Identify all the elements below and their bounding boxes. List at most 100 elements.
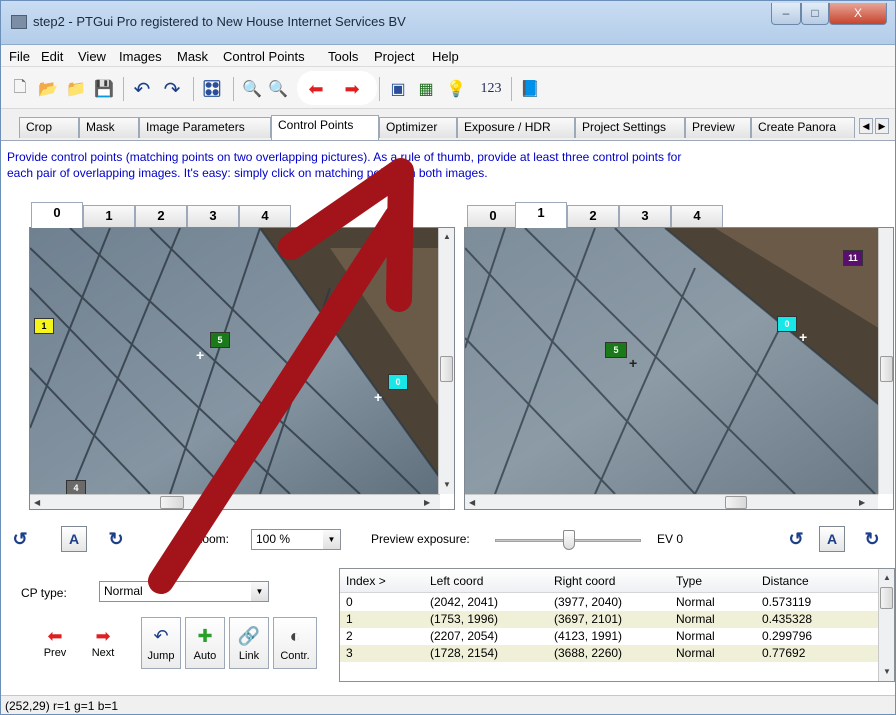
left-image-tab-3[interactable]: 3	[187, 205, 239, 227]
scroll-thumb[interactable]	[160, 496, 184, 509]
control-points-table[interactable]: Index > Left coord Right coord Type Dist…	[339, 568, 895, 682]
prev-icon[interactable]: ⬅	[305, 79, 327, 99]
next-button[interactable]: ➡ Next	[83, 625, 123, 669]
menu-project[interactable]: Project	[374, 49, 414, 64]
scroll-right-icon[interactable]: ▶	[424, 498, 430, 507]
right-image-tab-0[interactable]: 0	[467, 205, 519, 227]
table-row[interactable]: 1 (1753, 1996) (3697, 2101) Normal 0.435…	[340, 611, 880, 628]
undo-icon[interactable]: ↶	[131, 79, 153, 101]
zoom-out-icon[interactable]: 🔍	[267, 79, 289, 99]
tab-scroll-right-icon[interactable]: ▶	[875, 118, 889, 134]
rotate-right-icon[interactable]: ↻	[861, 528, 883, 550]
batch-icon[interactable]: ▣	[387, 79, 409, 99]
rotate-left-icon[interactable]: ↺	[785, 528, 807, 550]
scroll-up-icon[interactable]: ▲	[443, 232, 451, 241]
settings-icon[interactable]: 🎛	[201, 79, 223, 99]
control-point-marker[interactable]: 5	[605, 342, 627, 358]
new-project-icon[interactable]: 🗋	[9, 79, 31, 99]
jump-button[interactable]: ↶ Jump	[141, 617, 181, 669]
help-book-icon[interactable]: 📘	[519, 79, 541, 99]
auto-left-button[interactable]: A	[61, 526, 87, 552]
zoom-in-icon[interactable]: 🔍	[241, 79, 263, 99]
tab-project-settings[interactable]: Project Settings	[575, 117, 685, 138]
column-header-distance[interactable]: Distance	[762, 574, 809, 588]
rotate-left-icon[interactable]: ↺	[9, 528, 31, 550]
zoom-select[interactable]: 100 % ▼	[251, 529, 341, 550]
tab-optimizer[interactable]: Optimizer	[379, 117, 457, 138]
numbers-icon[interactable]: 123	[475, 79, 507, 99]
scroll-left-icon[interactable]: ◀	[469, 498, 475, 507]
column-header-right-coord[interactable]: Right coord	[554, 574, 615, 588]
table-vertical-scrollbar[interactable]: ▲ ▼	[878, 569, 894, 681]
scroll-left-icon[interactable]: ◀	[34, 498, 40, 507]
redo-icon[interactable]: ↷	[161, 79, 183, 101]
left-horizontal-scrollbar[interactable]: ◀ ▶	[30, 494, 440, 509]
left-vertical-scrollbar[interactable]: ▲ ▼	[438, 228, 454, 494]
control-point-marker[interactable]: 5	[210, 332, 230, 348]
tab-control-points[interactable]: Control Points	[271, 115, 379, 140]
menu-tools[interactable]: Tools	[328, 49, 358, 64]
table-row[interactable]: 0 (2042, 2041) (3977, 2040) Normal 0.573…	[340, 594, 880, 611]
minimize-button[interactable]: –	[771, 3, 801, 25]
scroll-up-icon[interactable]: ▲	[883, 573, 891, 582]
scroll-down-icon[interactable]: ▼	[883, 667, 891, 676]
tab-scroll-left-icon[interactable]: ◀	[859, 118, 873, 134]
close-button[interactable]: X	[829, 3, 887, 25]
column-header-index[interactable]: Index >	[346, 574, 386, 588]
menu-view[interactable]: View	[78, 49, 106, 64]
tab-crop[interactable]: Crop	[19, 117, 79, 138]
save-icon[interactable]: 💾	[93, 79, 115, 99]
exposure-slider-thumb[interactable]	[563, 530, 575, 550]
open-images-icon[interactable]: 📁	[65, 79, 87, 99]
tab-image-parameters[interactable]: Image Parameters	[139, 117, 271, 138]
table-row[interactable]: 2 (2207, 2054) (4123, 1991) Normal 0.299…	[340, 628, 880, 645]
menu-edit[interactable]: Edit	[41, 49, 63, 64]
column-header-left-coord[interactable]: Left coord	[430, 574, 483, 588]
tab-exposure-hdr[interactable]: Exposure / HDR	[457, 117, 575, 138]
scroll-thumb[interactable]	[725, 496, 747, 509]
control-point-marker[interactable]: 0	[388, 374, 408, 390]
column-header-type[interactable]: Type	[676, 574, 702, 588]
open-project-icon[interactable]: 📂	[37, 79, 59, 99]
right-image-tab-2[interactable]: 2	[567, 205, 619, 227]
left-image-viewer[interactable]: 1 5 + 0 + 4 ▲ ▼ ◀ ▶	[29, 227, 455, 510]
scroll-thumb[interactable]	[440, 356, 453, 382]
left-image-tab-0[interactable]: 0	[31, 202, 83, 228]
table-icon[interactable]: ▦	[415, 79, 437, 99]
rotate-right-icon[interactable]: ↻	[105, 528, 127, 550]
right-image-viewer[interactable]: 11 0 + 5 + ◀ ▶	[464, 227, 894, 510]
next-icon[interactable]: ➡	[341, 79, 363, 99]
maximize-button[interactable]: □	[801, 3, 829, 25]
left-image-tab-4[interactable]: 4	[239, 205, 291, 227]
menu-mask[interactable]: Mask	[177, 49, 208, 64]
control-point-marker[interactable]: 11	[843, 250, 863, 266]
right-image-tab-4[interactable]: 4	[671, 205, 723, 227]
menu-help[interactable]: Help	[432, 49, 459, 64]
left-image-tab-2[interactable]: 2	[135, 205, 187, 227]
scroll-down-icon[interactable]: ▼	[443, 480, 451, 489]
right-image-tab-3[interactable]: 3	[619, 205, 671, 227]
left-image-tab-1[interactable]: 1	[83, 205, 135, 227]
link-button[interactable]: 🔗 Link	[229, 617, 269, 669]
prev-button[interactable]: ⬅ Prev	[37, 625, 73, 669]
right-image-tab-1[interactable]: 1	[515, 202, 567, 228]
contr-button[interactable]: ◐ Contr.	[273, 617, 317, 669]
menu-file[interactable]: File	[9, 49, 30, 64]
scroll-thumb[interactable]	[880, 356, 893, 382]
menu-images[interactable]: Images	[119, 49, 162, 64]
tab-preview[interactable]: Preview	[685, 117, 751, 138]
scroll-right-icon[interactable]: ▶	[859, 498, 865, 507]
tip-icon[interactable]: 💡	[445, 79, 467, 99]
cp-type-select[interactable]: Normal ▼	[99, 581, 269, 602]
scroll-thumb[interactable]	[880, 587, 893, 609]
tab-create-panorama[interactable]: Create Panora	[751, 117, 855, 138]
tab-mask[interactable]: Mask	[79, 117, 139, 138]
auto-right-button[interactable]: A	[819, 526, 845, 552]
control-point-marker[interactable]: 1	[34, 318, 54, 334]
right-vertical-scrollbar[interactable]	[878, 228, 893, 494]
auto-button[interactable]: ✚ Auto	[185, 617, 225, 669]
menu-control-points[interactable]: Control Points	[223, 49, 305, 64]
right-horizontal-scrollbar[interactable]: ◀ ▶	[465, 494, 878, 509]
control-point-marker[interactable]: 0	[777, 316, 797, 332]
table-row[interactable]: 3 (1728, 2154) (3688, 2260) Normal 0.776…	[340, 645, 880, 662]
